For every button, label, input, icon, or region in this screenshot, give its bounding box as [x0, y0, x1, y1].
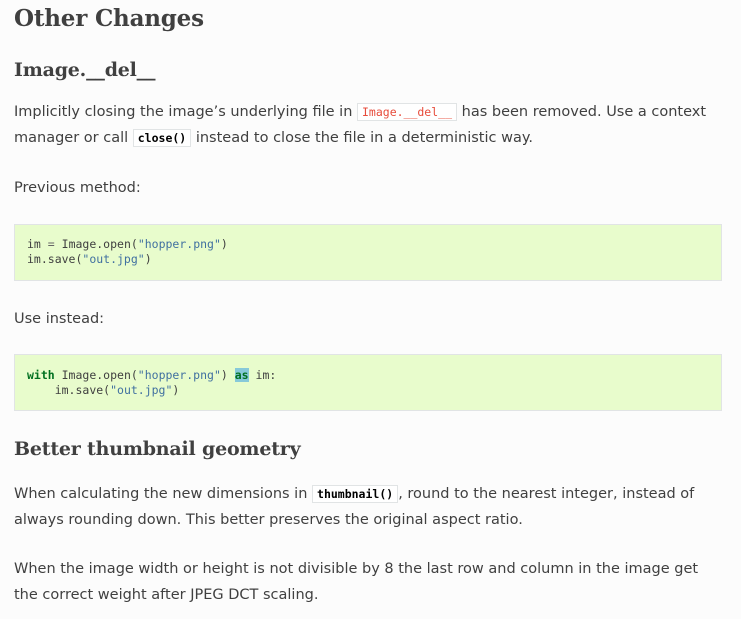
- previous-method-label: Previous method:: [14, 180, 141, 196]
- code-keyword-highlighted: as: [234, 368, 249, 382]
- section-heading-thumbnail: Better thumbnail geometry: [14, 438, 301, 460]
- code-token: Image.open(: [54, 237, 138, 251]
- code-string: "out.jpg": [82, 252, 145, 266]
- paragraph-jpeg-dct: When the image width or height is not di…: [14, 561, 699, 603]
- paragraph-text: instead to close the file in a determini…: [191, 130, 533, 146]
- code-token: im.save(: [27, 252, 83, 266]
- use-instead-label: Use instead:: [14, 311, 105, 327]
- code-token: ): [220, 368, 235, 382]
- code-block-instead: with Image.open("hopper.png") as im: im.…: [14, 354, 722, 411]
- inline-code-image-del: Image.__del__: [357, 103, 458, 121]
- inline-code-close: close(): [132, 129, 192, 147]
- code-string: "hopper.png": [137, 237, 221, 251]
- code-token: im: [27, 237, 48, 251]
- section-heading-image-del: Image.__del__: [14, 59, 156, 81]
- code-token: im.save(: [54, 383, 111, 397]
- paragraph-text: When calculating the new dimensions in: [14, 486, 313, 502]
- code-token: ): [172, 383, 180, 397]
- code-token: ): [220, 237, 228, 251]
- code-keyword: with: [27, 368, 55, 382]
- paragraph-thumbnail: When calculating the new dimensions in t…: [14, 481, 724, 533]
- code-token: ): [144, 252, 152, 266]
- code-operator: =: [47, 237, 55, 251]
- page-title: Other Changes: [14, 5, 204, 32]
- code-string: "out.jpg": [110, 383, 173, 397]
- code-token: Image.open(: [54, 368, 138, 382]
- code-string: "hopper.png": [137, 368, 221, 382]
- inline-code-thumbnail: thumbnail(): [312, 485, 399, 503]
- code-block-previous: im = Image.open("hopper.png") im.save("o…: [14, 224, 722, 281]
- paragraph-text: Implicitly closing the image’s underlyin…: [14, 104, 357, 120]
- paragraph-image-del: Implicitly closing the image’s underlyin…: [14, 99, 724, 151]
- code-token: im:: [248, 368, 277, 382]
